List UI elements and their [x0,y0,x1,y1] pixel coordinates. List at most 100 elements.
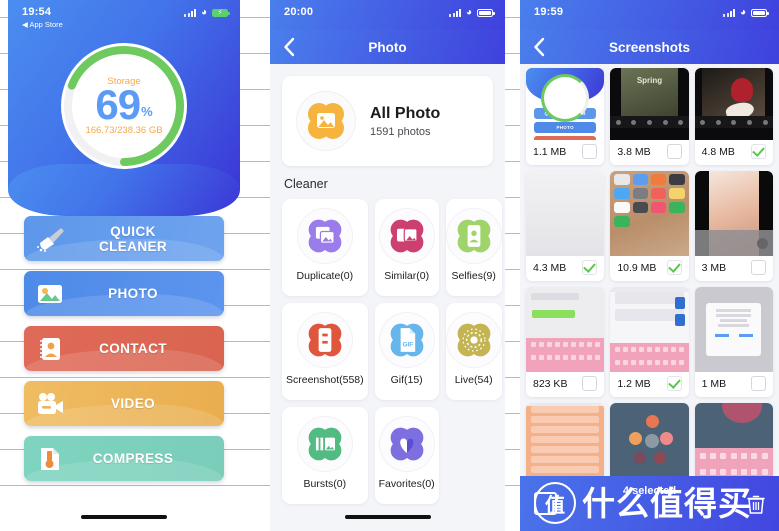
status-bar-1: 19:54 ◀ App Store ◕ ⚡ [8,0,240,30]
screenshot-item[interactable]: 1 MB [694,287,773,397]
screenshot-thumbnail [610,287,689,372]
category-label: Similar(0) [384,270,430,282]
category-screenshot[interactable]: Screenshot(558) [282,303,368,400]
status-time: 19:54 [22,6,52,18]
category-similar[interactable]: Similar(0) [374,199,439,296]
duplicate-icon [296,208,353,264]
phone-panel-photo: 20:00 ◕ Photo All Photo 1591 photos Clea… [270,0,505,531]
all-photo-title: All Photo [370,104,441,122]
bursts-icon [296,416,353,472]
selected-count: 4 selected [622,485,677,497]
all-photo-card[interactable]: All Photo 1591 photos [282,76,493,166]
category-label: Duplicate(0) [296,270,354,282]
screenshot-thumbnail [694,68,773,140]
storage-used-total: 166.73/238.36 GB [85,125,163,137]
select-checkbox[interactable] [582,260,598,275]
home-indicator [344,515,431,519]
screenshot-thumbnail [610,171,689,256]
wifi-icon: ◕ [200,7,207,18]
menu-button-video[interactable]: VIDEO [24,381,224,426]
storage-percent: 69 [95,80,141,128]
page-title: Screenshots [608,39,691,55]
select-checkbox[interactable] [751,376,766,391]
nav-bar-photo: Photo [270,30,505,64]
menu-button-quick-cleaner[interactable]: QUICK CLEANER [24,216,224,261]
category-selfies[interactable]: Selfies(9) [445,199,502,296]
screenshot-thumbnail [526,287,605,372]
back-chevron-icon[interactable] [528,36,550,58]
category-live[interactable]: Live(54) [445,303,502,400]
category-favorites[interactable]: Favorites(0) [374,407,439,504]
screenshot-thumbnail [526,171,605,256]
screenshot-thumbnail [694,171,773,256]
screenshot-item[interactable]: 10.9 MB [610,171,689,281]
screenshot-thumbnail [694,287,773,372]
menu-label: CONTACT [99,341,167,356]
live-photo-icon [445,312,502,368]
select-checkbox[interactable] [666,144,682,159]
status-time: 19:59 [534,6,564,18]
category-bursts[interactable]: Bursts(0) [282,407,368,504]
phone-panel-home: 19:54 ◀ App Store ◕ ⚡ Storage 69 % 166.7… [8,0,240,531]
svg-text:GIF: GIF [402,341,413,348]
signal-icon [449,9,461,17]
screenshot-item[interactable]: 4.8 MB [694,68,773,165]
signal-icon [723,9,735,17]
file-size: 1.1 MB [533,145,567,158]
storage-ring: Storage 69 % 166.73/238.36 GB [54,36,194,176]
category-grid: Duplicate(0) Similar(0) Selfies(9) Scree… [282,199,502,504]
select-all-checkbox[interactable] [534,492,557,515]
screenshot-grid: QUICK CLEANER PHOTO CONTACT 1.1 MB [526,68,773,513]
contact-book-icon [24,336,76,362]
wifi-icon: ◕ [739,7,746,18]
screenshot-item[interactable]: Spring 3.8 MB [610,68,689,165]
storage-hero: 19:54 ◀ App Store ◕ ⚡ Storage 69 % 166.7… [8,0,240,216]
select-checkbox[interactable] [751,260,766,275]
screenshot-item[interactable]: 1.2 MB [610,287,689,397]
file-size: 4.8 MB [701,145,735,158]
wifi-icon: ◕ [465,7,472,18]
file-size: 3 MB [701,261,727,274]
menu-button-contact[interactable]: CONTACT [24,326,224,371]
screenshot-item[interactable]: 4.3 MB [526,171,605,281]
status-back-app[interactable]: ◀ App Store [22,20,63,29]
file-size: 1.2 MB [617,377,651,390]
category-gif[interactable]: GIF Gif(15) [374,303,439,400]
screenshot-item[interactable]: 823 KB [526,287,605,397]
screenshot-item[interactable]: QUICK CLEANER PHOTO CONTACT 1.1 MB [526,68,605,165]
selfies-icon [445,208,502,264]
category-duplicate[interactable]: Duplicate(0) [282,199,368,296]
video-camera-icon [24,392,76,416]
compress-file-icon [24,446,76,472]
gif-icon: GIF [378,312,435,368]
select-checkbox[interactable] [582,144,598,159]
battery-icon [751,9,769,17]
status-bar-2: 20:00 ◕ [270,0,505,30]
file-size: 3.8 MB [617,145,651,158]
menu-label: QUICK CLEANER [98,223,168,254]
favorites-heart-icon [378,416,435,472]
phone-panel-screenshots: 19:59 ◕ Screenshots PHOTO 1.1 MB Spring … [520,0,779,531]
main-menu: QUICK CLEANER PHOTO CONTACT VIDEO COMPRE… [8,190,240,481]
all-photo-icon [296,91,356,151]
screenshot-item[interactable]: 3 MB [694,171,773,281]
storage-percent-symbol: % [141,104,153,120]
back-chevron-icon[interactable] [278,36,300,58]
file-size: 1 MB [701,377,727,390]
menu-button-compress[interactable]: COMPRESS [24,436,224,481]
menu-button-photo[interactable]: PHOTO [24,271,224,316]
menu-label: VIDEO [110,396,155,411]
section-title-cleaner: Cleaner [284,177,328,191]
select-checkbox[interactable] [666,376,682,391]
select-checkbox[interactable] [666,260,682,275]
screenshot-icon [296,312,353,368]
signal-icon [184,9,196,17]
selection-toolbar: 4 selected [520,476,779,531]
category-label: Gif(15) [390,374,423,386]
select-checkbox[interactable] [751,144,766,159]
select-checkbox[interactable] [582,376,598,391]
grid-empty-slot [446,407,502,504]
similar-icon [378,208,435,264]
trash-icon[interactable] [747,494,765,514]
nav-bar-screenshots: Screenshots [520,30,779,64]
